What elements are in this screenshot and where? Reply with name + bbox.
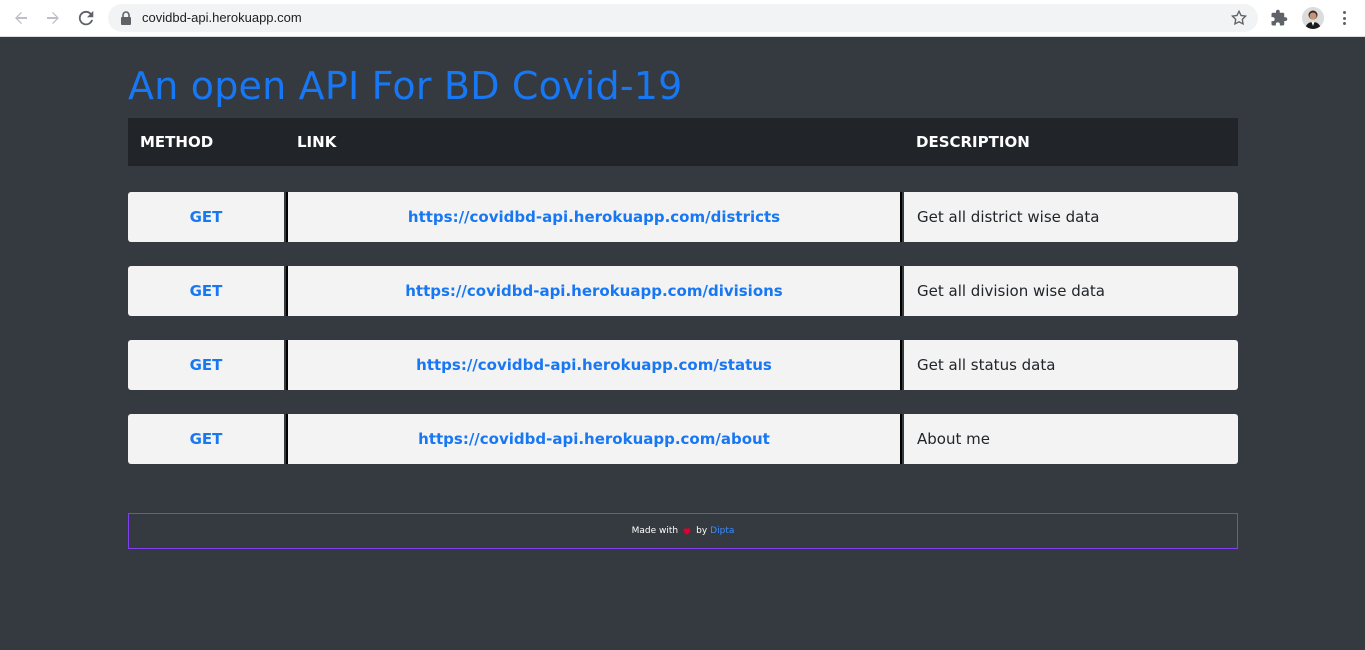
author-link[interactable]: Dipta: [710, 526, 734, 536]
table-row: GET https://covidbd-api.herokuapp.com/di…: [128, 266, 1238, 316]
url-text: covidbd-api.herokuapp.com: [142, 10, 302, 25]
table-row: GET https://covidbd-api.herokuapp.com/di…: [128, 192, 1238, 242]
endpoint-link[interactable]: https://covidbd-api.herokuapp.com/about: [418, 430, 770, 448]
menu-icon[interactable]: [1336, 9, 1352, 27]
avatar[interactable]: [1302, 7, 1324, 29]
lock-icon: [121, 11, 131, 25]
page-title: An open API For BD Covid-19: [128, 64, 683, 108]
table-header: METHOD LINK DESCRIPTION: [128, 118, 1238, 166]
method-label: GET: [189, 430, 223, 448]
star-icon[interactable]: [1230, 9, 1248, 27]
address-bar[interactable]: covidbd-api.herokuapp.com: [108, 4, 1258, 32]
heart-icon: [683, 528, 691, 535]
footer-made-with: Made with: [631, 526, 679, 536]
forward-arrow-icon[interactable]: [42, 7, 64, 29]
method-label: GET: [189, 208, 223, 226]
endpoint-description: Get all division wise data: [917, 282, 1105, 300]
footer: Made with by Dipta: [128, 513, 1238, 549]
header-method: METHOD: [140, 133, 214, 151]
endpoint-link[interactable]: https://covidbd-api.herokuapp.com/distri…: [408, 208, 780, 226]
header-link: LINK: [297, 133, 337, 151]
endpoint-link[interactable]: https://covidbd-api.herokuapp.com/divisi…: [405, 282, 782, 300]
endpoint-description: Get all status data: [917, 356, 1056, 374]
header-description: DESCRIPTION: [916, 133, 1030, 151]
table-row: GET https://covidbd-api.herokuapp.com/ab…: [128, 414, 1238, 464]
back-arrow-icon[interactable]: [10, 7, 32, 29]
endpoint-description: About me: [917, 430, 990, 448]
endpoint-description: Get all district wise data: [917, 208, 1100, 226]
browser-toolbar: covidbd-api.herokuapp.com: [0, 0, 1365, 37]
footer-by: by: [696, 526, 708, 536]
reload-icon[interactable]: [75, 7, 97, 29]
method-label: GET: [189, 356, 223, 374]
method-label: GET: [189, 282, 223, 300]
extensions-icon[interactable]: [1270, 9, 1288, 27]
endpoint-link[interactable]: https://covidbd-api.herokuapp.com/status: [416, 356, 772, 374]
table-row: GET https://covidbd-api.herokuapp.com/st…: [128, 340, 1238, 390]
